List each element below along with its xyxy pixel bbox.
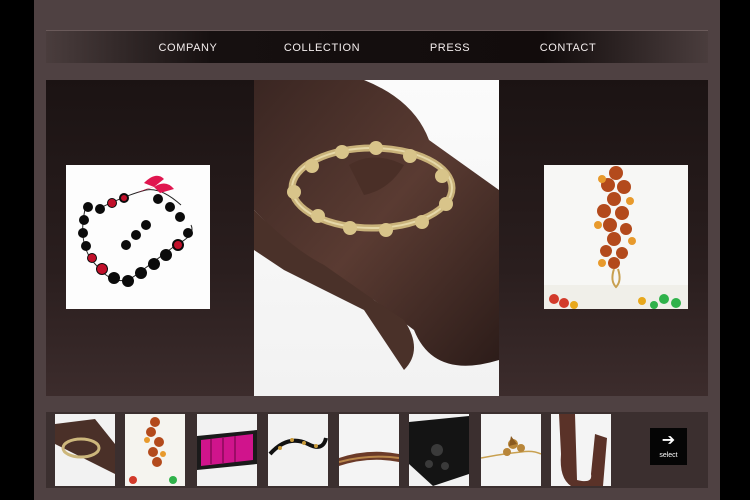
thumbnail-8[interactable] xyxy=(551,414,611,486)
select-label: select xyxy=(659,452,678,459)
bracelet-photo[interactable] xyxy=(544,165,688,309)
gallery-left-panel xyxy=(46,80,254,396)
gallery-stage xyxy=(46,80,708,396)
thumbnail-7[interactable] xyxy=(481,414,541,486)
nav-company[interactable]: COMPANY xyxy=(158,31,217,63)
nav-collection[interactable]: COLLECTION xyxy=(284,31,360,63)
nav-contact[interactable]: CONTACT xyxy=(540,31,597,63)
gallery-right-panel xyxy=(499,80,708,396)
necklace-photo[interactable] xyxy=(66,165,210,309)
thumbnail-4[interactable] xyxy=(268,414,328,486)
arrow-right-icon: ➔ xyxy=(661,432,676,449)
main-navigation: COMPANY COLLECTION PRESS CONTACT xyxy=(46,30,708,63)
thumbnail-2[interactable] xyxy=(125,414,185,486)
thumbnail-1[interactable] xyxy=(55,414,115,486)
select-next-button[interactable]: ➔ select xyxy=(650,428,687,465)
thumbnail-strip: ➔ select xyxy=(46,412,708,488)
nav-press[interactable]: PRESS xyxy=(430,31,470,63)
featured-photo[interactable] xyxy=(254,80,499,396)
thumbnail-6[interactable] xyxy=(409,414,469,486)
thumbnail-3[interactable] xyxy=(197,414,257,486)
thumbnail-5[interactable] xyxy=(339,414,399,486)
